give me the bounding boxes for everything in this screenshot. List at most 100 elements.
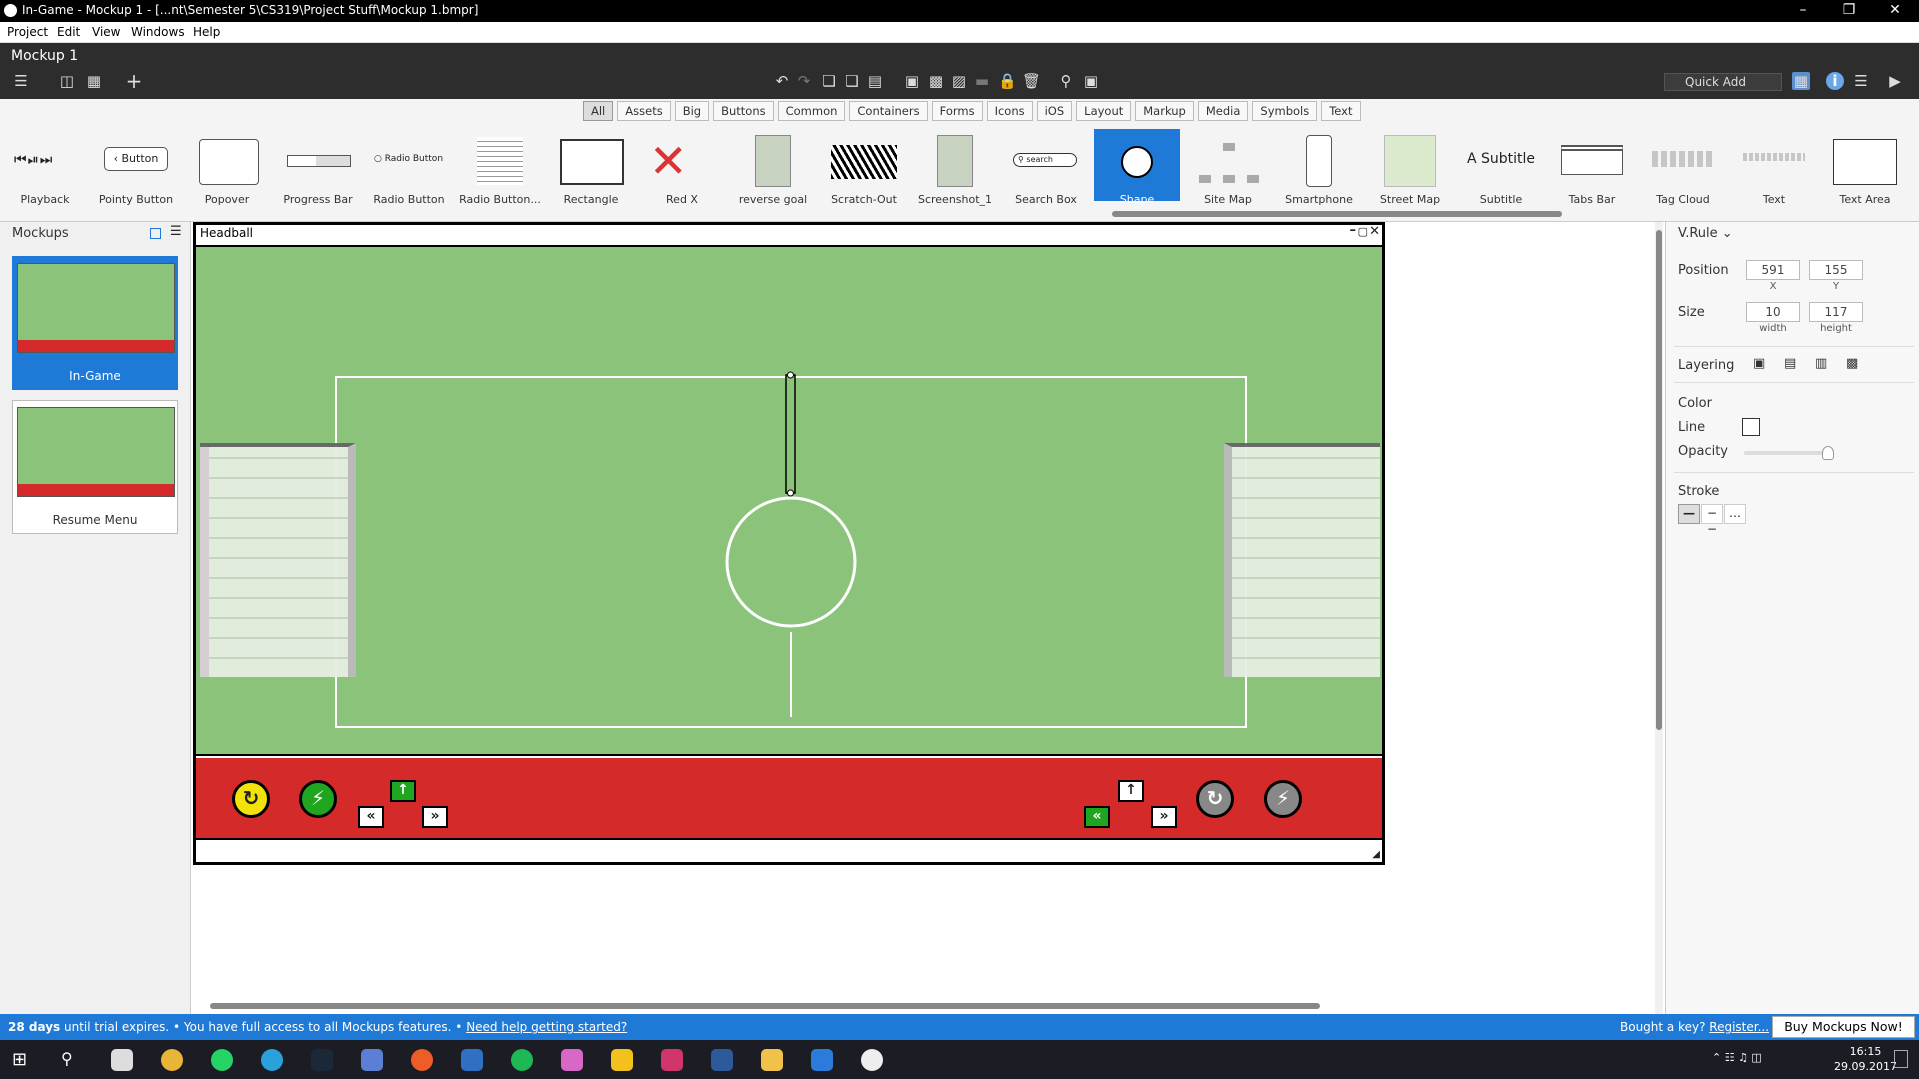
mockup-thumb-resume-menu[interactable]: Resume Menu: [12, 400, 178, 534]
filter-forms[interactable]: Forms: [931, 101, 983, 121]
canvas-vertical-scrollbar[interactable]: [1655, 222, 1663, 1014]
menu-project[interactable]: Project: [7, 25, 48, 39]
left-move-right-button[interactable]: »: [422, 806, 448, 828]
quick-add-input[interactable]: Quick Add: [1664, 73, 1782, 91]
steam-icon[interactable]: [311, 1049, 333, 1071]
telegram-icon[interactable]: [261, 1049, 283, 1071]
maximize-button[interactable]: ❐: [1826, 0, 1872, 22]
clock[interactable]: 16:15 29.09.2017: [1834, 1044, 1897, 1074]
right-move-right-button[interactable]: »: [1151, 806, 1177, 828]
copy-icon[interactable]: ❏: [820, 72, 838, 90]
library-item-progress-bar[interactable]: Progress Bar: [275, 129, 361, 206]
filter-all[interactable]: All: [583, 101, 614, 121]
library-item-street-map[interactable]: Street Map: [1367, 129, 1453, 206]
powershell-icon[interactable]: [711, 1049, 733, 1071]
send-to-back-icon[interactable]: ▩: [1846, 356, 1858, 371]
v-rule-selected[interactable]: [785, 374, 796, 494]
single-view-icon[interactable]: ◫: [58, 72, 76, 90]
menu-help[interactable]: Help: [193, 25, 220, 39]
mockup-thumb-in-game[interactable]: In-Game: [12, 256, 178, 390]
lock-icon[interactable]: 🔒: [998, 72, 1017, 90]
intellij-icon[interactable]: [661, 1049, 683, 1071]
bring-forward-icon[interactable]: ▤: [1784, 356, 1796, 371]
left-refresh-button[interactable]: ↻: [232, 780, 270, 818]
library-item-reverse-goal[interactable]: reverse goal: [730, 129, 816, 206]
list-icon[interactable]: ☰: [1852, 72, 1870, 90]
position-x-input[interactable]: 591: [1746, 260, 1800, 280]
itunes-icon[interactable]: [561, 1049, 583, 1071]
align-icon[interactable]: ▨: [950, 72, 968, 90]
opacity-slider-handle[interactable]: [1822, 446, 1834, 460]
filter-icons[interactable]: Icons: [986, 101, 1033, 121]
stroke-dotted-button[interactable]: …: [1724, 504, 1746, 524]
filter-assets[interactable]: Assets: [617, 101, 671, 121]
vlc-icon[interactable]: [611, 1049, 633, 1071]
right-power-button[interactable]: ⚡: [1264, 780, 1302, 818]
soccer-field[interactable]: [196, 245, 1382, 756]
library-item-screenshot[interactable]: Screenshot_1: [912, 129, 998, 206]
right-goal-image[interactable]: [1224, 443, 1380, 677]
stroke-solid-button[interactable]: —: [1678, 504, 1700, 524]
menu-edit[interactable]: Edit: [57, 25, 80, 39]
left-move-left-button[interactable]: «: [358, 806, 384, 828]
grid-view-icon[interactable]: ▦: [85, 72, 103, 90]
library-scrollbar[interactable]: [1112, 211, 1562, 217]
redo-icon[interactable]: ↷: [795, 72, 813, 90]
library-item-tag-cloud[interactable]: Tag Cloud: [1640, 129, 1726, 206]
fullscreen-icon[interactable]: ▣: [1082, 72, 1100, 90]
undo-icon[interactable]: ↶: [773, 72, 791, 90]
trash-icon[interactable]: 🗑: [1022, 72, 1041, 90]
send-backward-icon[interactable]: ▥: [1815, 356, 1827, 371]
height-input[interactable]: 117: [1809, 302, 1863, 322]
right-refresh-button[interactable]: ↻: [1196, 780, 1234, 818]
filter-ios[interactable]: iOS: [1036, 101, 1073, 121]
search-taskbar-icon[interactable]: ⚲: [61, 1049, 83, 1071]
filter-layout[interactable]: Layout: [1076, 101, 1132, 121]
library-item-pointy-button[interactable]: ‹ Button Pointy Button: [93, 129, 179, 206]
right-move-left-button[interactable]: «: [1084, 806, 1110, 828]
close-button[interactable]: ✕: [1872, 0, 1918, 22]
left-up-button[interactable]: ↑: [390, 780, 416, 802]
thumbnail-view-icon[interactable]: [150, 228, 161, 239]
presentation-icon[interactable]: ▶: [1886, 72, 1904, 90]
ungroup-icon[interactable]: ▩: [927, 72, 945, 90]
library-item-scratch-out[interactable]: Scratch-Out: [821, 129, 907, 206]
filter-markup[interactable]: Markup: [1135, 101, 1194, 121]
resize-handle-icon[interactable]: ◢: [1372, 849, 1380, 860]
left-power-button[interactable]: ⚡: [299, 780, 337, 818]
right-up-button[interactable]: ↑: [1118, 780, 1144, 802]
buy-now-button[interactable]: Buy Mockups Now!: [1772, 1016, 1915, 1038]
word-icon[interactable]: [811, 1049, 833, 1071]
library-item-site-map[interactable]: Site Map: [1185, 129, 1271, 206]
filter-text[interactable]: Text: [1321, 101, 1361, 121]
notifications-icon[interactable]: [1894, 1050, 1908, 1068]
calendar-icon[interactable]: [461, 1049, 483, 1071]
file-explorer-icon[interactable]: [761, 1049, 783, 1071]
mockup-window[interactable]: Headball – ▢ ✕ ↻ ⚡ ↑ « » ↑ « » ↻ ⚡ ◢: [193, 222, 1385, 865]
hamburger-menu-icon[interactable]: ☰: [12, 72, 30, 90]
info-icon[interactable]: i: [1826, 72, 1844, 90]
tray-icons[interactable]: ⌃ ☷ ♫ ◫: [1712, 1051, 1762, 1064]
line-color-swatch[interactable]: [1742, 418, 1760, 436]
stroke-dashed-button[interactable]: −−: [1701, 504, 1723, 536]
add-mockup-icon[interactable]: +: [125, 71, 143, 91]
mail-icon[interactable]: [111, 1049, 133, 1071]
register-link[interactable]: Register...: [1709, 1020, 1769, 1034]
library-item-popover[interactable]: Popover: [184, 129, 270, 206]
filter-media[interactable]: Media: [1197, 101, 1249, 121]
library-item-smartphone[interactable]: Smartphone: [1276, 129, 1362, 206]
filter-common[interactable]: Common: [777, 101, 846, 121]
help-link[interactable]: Need help getting started?: [466, 1020, 627, 1034]
library-item-playback[interactable]: ⏮⏯⏭ Playback: [2, 129, 88, 206]
left-goal-image[interactable]: [200, 443, 356, 677]
position-y-input[interactable]: 155: [1809, 260, 1863, 280]
library-item-subtitle[interactable]: A Subtitle Subtitle: [1458, 129, 1544, 206]
distribute-icon[interactable]: ▬: [973, 72, 991, 90]
bring-to-front-icon[interactable]: ▣: [1753, 356, 1765, 371]
library-item-text-area[interactable]: Text Area: [1822, 129, 1908, 206]
filter-big[interactable]: Big: [674, 101, 710, 121]
filter-containers[interactable]: Containers: [849, 101, 928, 121]
search-icon[interactable]: ⚲: [1057, 72, 1075, 90]
cut-icon[interactable]: ❑: [843, 72, 861, 90]
list-view-icon[interactable]: ☰: [170, 224, 182, 239]
